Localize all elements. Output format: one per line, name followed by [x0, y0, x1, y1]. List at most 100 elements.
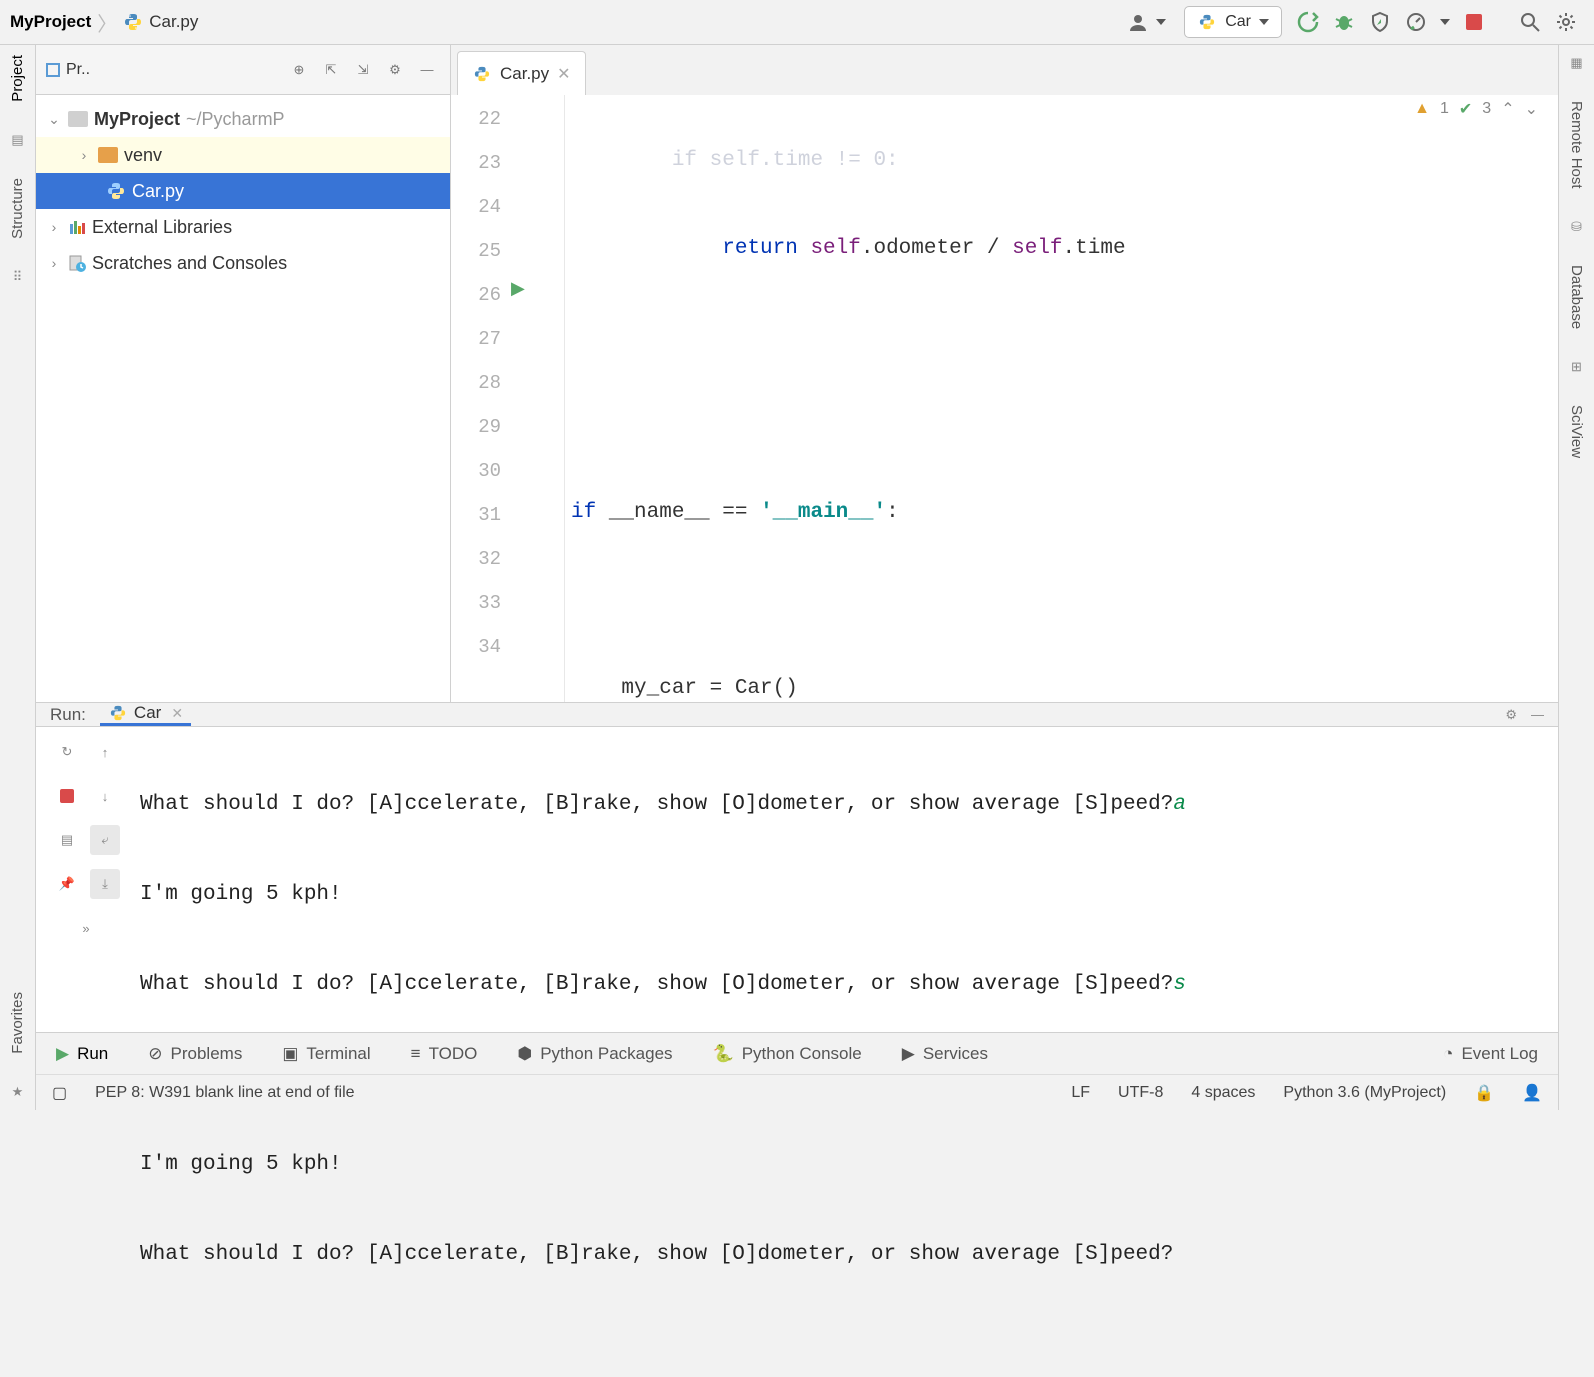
status-bar: ▢ PEP 8: W391 blank line at end of file … [36, 1074, 1558, 1110]
hide-run-icon[interactable]: — [1531, 707, 1544, 722]
run-header: Run: Car ✕ ⚙ — [36, 703, 1558, 727]
layout-icon[interactable]: ▤ [52, 825, 82, 855]
stop-icon[interactable] [52, 781, 82, 811]
run-config-name: Car [1225, 13, 1251, 31]
line-ending[interactable]: LF [1071, 1084, 1090, 1102]
pin-icon[interactable]: 📌 [52, 869, 82, 899]
python-file-icon [123, 12, 143, 32]
more-icon[interactable]: » [71, 913, 101, 943]
hide-icon[interactable]: — [414, 57, 440, 83]
chevron-right-icon[interactable]: › [76, 147, 92, 163]
run-configuration-selector[interactable]: Car [1184, 6, 1282, 38]
breadcrumb[interactable]: MyProject 〉 Car.py [10, 8, 198, 37]
line-number-gutter[interactable]: 22 23 24 25 26 27 28 29 30 31 32 33 34 [451, 95, 511, 702]
chevron-right-icon[interactable]: › [46, 255, 62, 271]
navigation-bar: MyProject 〉 Car.py Car [0, 0, 1594, 45]
run-settings-icon[interactable]: ⚙ [1505, 707, 1517, 723]
warning-icon: ▲ [1414, 100, 1430, 118]
bottom-tab-packages[interactable]: ⬢Python Packages [517, 1044, 672, 1064]
project-title[interactable]: Pr.. [66, 61, 280, 79]
run-tab[interactable]: Car ✕ [100, 703, 191, 726]
user-icon[interactable] [1120, 4, 1156, 40]
folder-icon [68, 111, 88, 127]
console-line: I'm going 5 kph! [140, 1142, 1554, 1187]
line-number: 22 [451, 97, 501, 141]
collapse-all-icon[interactable]: ⇲ [350, 57, 376, 83]
up-icon[interactable]: ↑ [90, 737, 120, 767]
chevron-right-icon[interactable]: › [46, 219, 62, 235]
python-file-icon [106, 181, 126, 201]
tree-node-file[interactable]: Car.py [36, 173, 450, 209]
breadcrumb-root[interactable]: MyProject [10, 12, 91, 32]
bottom-tab-services[interactable]: ▶Services [902, 1044, 988, 1064]
inspect-icon[interactable]: 👤 [1522, 1083, 1542, 1103]
expand-all-icon[interactable]: ⇱ [318, 57, 344, 83]
console-input: a [1173, 793, 1186, 816]
lock-icon[interactable]: 🔒 [1474, 1083, 1494, 1103]
more-run-dropdown[interactable] [1440, 19, 1450, 25]
remote-host-tab[interactable]: Remote Host [1568, 101, 1585, 189]
breadcrumb-file[interactable]: Car.py [149, 12, 198, 32]
tree-node-ext-libs[interactable]: › External Libraries [36, 209, 450, 245]
stop-button[interactable] [1456, 4, 1492, 40]
libraries-icon [68, 218, 86, 236]
scope-icon[interactable]: ⊕ [286, 57, 312, 83]
coverage-button[interactable] [1362, 4, 1398, 40]
down-icon[interactable]: ↓ [90, 781, 120, 811]
line-number: 29 [451, 405, 501, 449]
bottom-tab-run[interactable]: ▶Run [56, 1044, 108, 1064]
remote-host-icon: ▦ [1570, 55, 1582, 71]
tool-windows-icon[interactable]: ▢ [52, 1083, 67, 1103]
line-number: 34 [451, 625, 501, 669]
status-message: PEP 8: W391 blank line at end of file [95, 1084, 354, 1102]
venv-label: venv [124, 145, 162, 166]
bottom-tab-terminal[interactable]: ▣Terminal [282, 1044, 370, 1064]
code-editor[interactable]: 22 23 24 25 26 27 28 29 30 31 32 33 34 ▶… [451, 95, 1558, 702]
bottom-tab-python-console[interactable]: 🐍Python Console [713, 1044, 862, 1064]
indent[interactable]: 4 spaces [1191, 1084, 1255, 1102]
profile-button[interactable] [1398, 4, 1434, 40]
project-tool-tab[interactable]: Project [9, 55, 26, 102]
favorites-tool-tab[interactable]: Favorites [9, 992, 26, 1054]
play-icon: ▶ [56, 1044, 69, 1064]
fold-gutter[interactable] [547, 95, 565, 702]
database-tab[interactable]: Database [1568, 265, 1585, 329]
run-line-icon[interactable]: ▶ [511, 278, 525, 299]
chevron-down-icon[interactable]: ⌄ [46, 111, 62, 128]
encoding[interactable]: UTF-8 [1118, 1084, 1163, 1102]
user-dropdown-icon[interactable] [1156, 19, 1166, 25]
structure-tool-tab[interactable]: Structure [9, 178, 26, 239]
scroll-end-icon[interactable]: ⤓ [90, 869, 120, 899]
close-tab-icon[interactable]: ✕ [557, 64, 570, 84]
tree-node-project[interactable]: ⌄ MyProject ~/PycharmP [36, 101, 450, 137]
close-run-tab-icon[interactable]: ✕ [171, 705, 183, 722]
source-code[interactable]: if self.time != 0: return self.odometer … [565, 95, 1558, 702]
debug-button[interactable] [1326, 4, 1362, 40]
log-icon: ◔ [1443, 1044, 1453, 1064]
line-number: 32 [451, 537, 501, 581]
console-input: s [1173, 973, 1186, 996]
line-number: 25 [451, 229, 501, 273]
bottom-tab-problems[interactable]: ⊘Problems [148, 1044, 242, 1064]
settings-icon[interactable]: ⚙ [382, 57, 408, 83]
soft-wrap-icon[interactable]: ⤶ [90, 825, 120, 855]
inspection-widget[interactable]: ▲1 ✔3 ⌃ ⌄ [1414, 99, 1538, 119]
search-icon[interactable] [1512, 4, 1548, 40]
bottom-tab-event-log[interactable]: ◔Event Log [1443, 1044, 1538, 1064]
sciview-tab[interactable]: SciView [1568, 405, 1585, 458]
line-number: 33 [451, 581, 501, 625]
prev-highlight-icon[interactable]: ⌃ [1501, 99, 1514, 119]
settings-icon[interactable] [1548, 4, 1584, 40]
rerun-icon[interactable]: ↻ [52, 737, 82, 767]
editor-tab[interactable]: Car.py ✕ [457, 51, 586, 95]
tree-node-scratches[interactable]: › Scratches and Consoles [36, 245, 450, 281]
next-highlight-icon[interactable]: ⌄ [1525, 99, 1538, 119]
run-button[interactable] [1290, 4, 1326, 40]
structure-tool-icon: ⠿ [13, 269, 23, 285]
run-tab-label: Car [134, 703, 161, 723]
services-icon: ▶ [902, 1044, 915, 1064]
interpreter[interactable]: Python 3.6 (MyProject) [1283, 1084, 1446, 1102]
scratches-label: Scratches and Consoles [92, 253, 287, 274]
tree-node-venv[interactable]: › venv [36, 137, 450, 173]
bottom-tab-todo[interactable]: ≡TODO [411, 1044, 478, 1064]
